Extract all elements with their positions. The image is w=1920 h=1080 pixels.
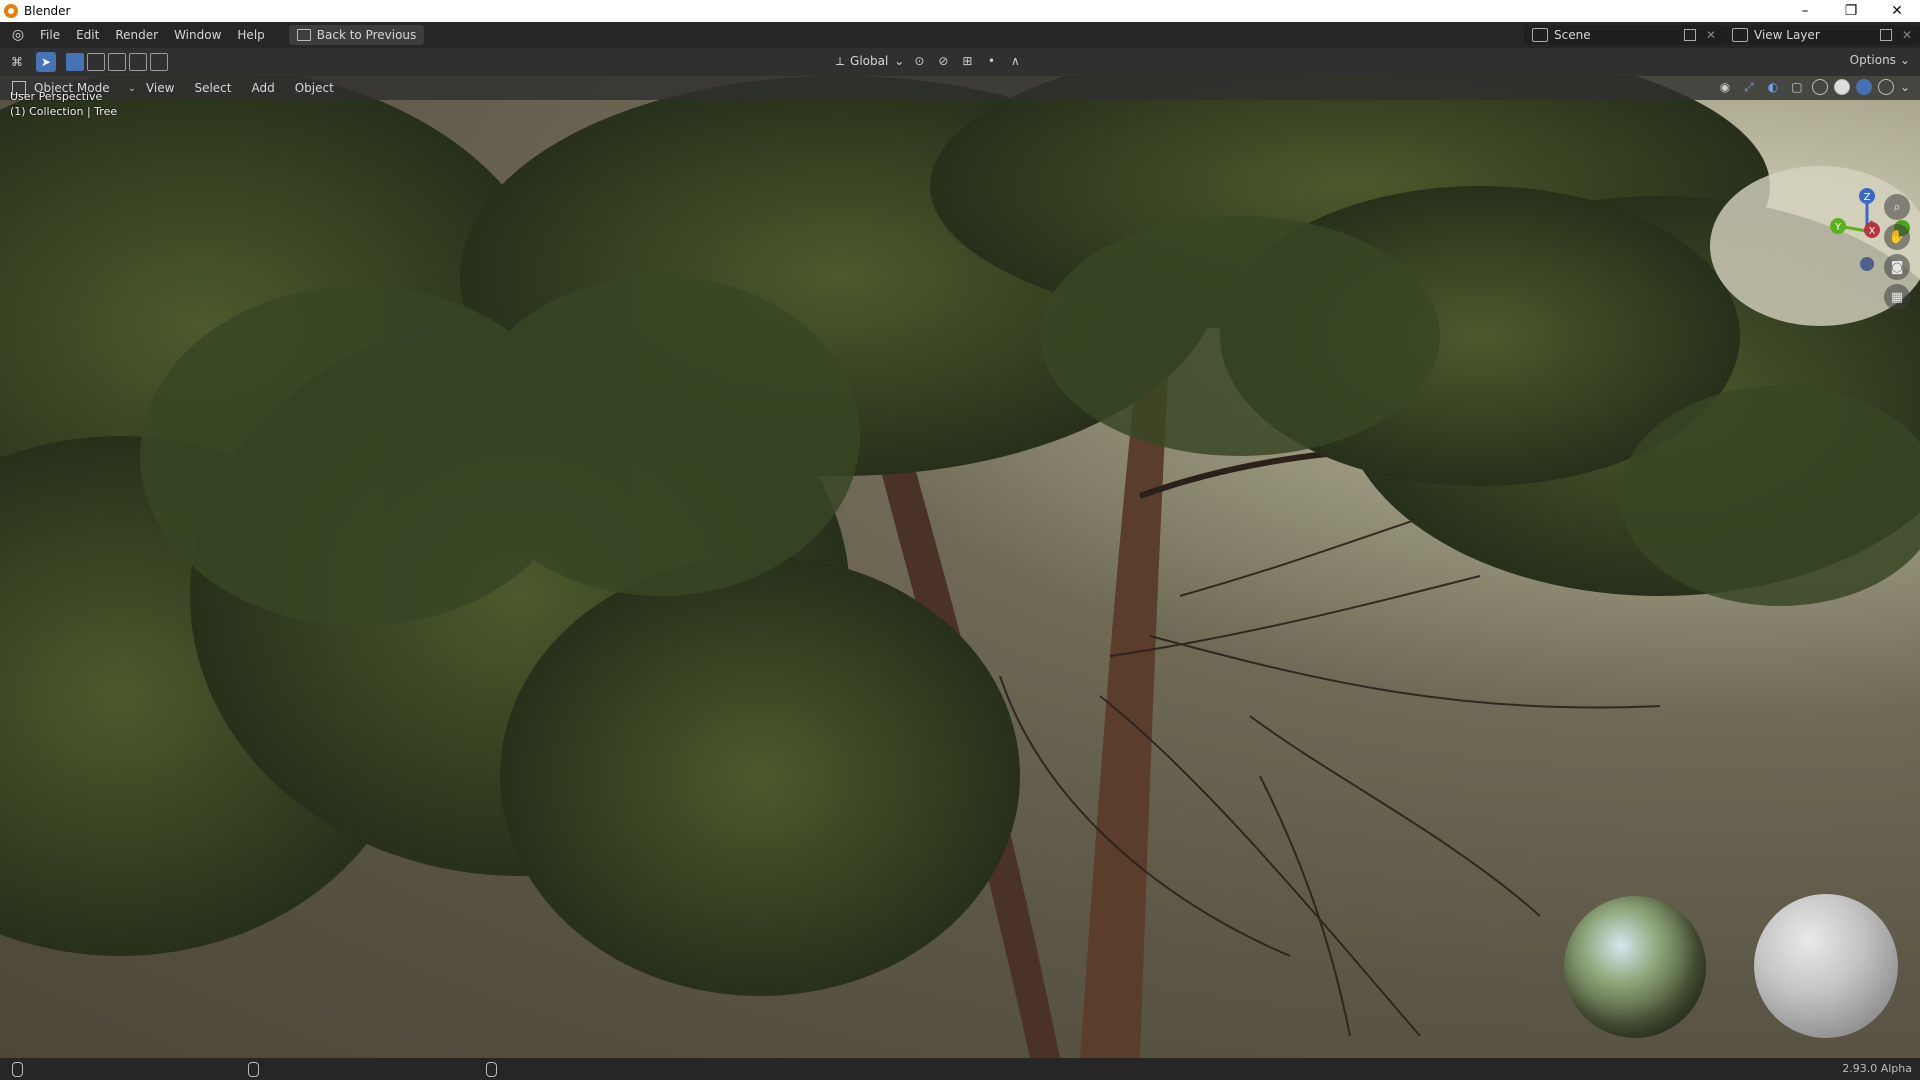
gizmo-x-label: X bbox=[1869, 226, 1876, 237]
gizmo-toggle-icon[interactable]: ⤢ bbox=[1740, 78, 1758, 96]
back-to-previous-label: Back to Previous bbox=[316, 28, 417, 42]
wireframe-shading-icon[interactable] bbox=[1811, 79, 1828, 95]
chevron-down-icon: ⌄ bbox=[127, 82, 136, 94]
top-menubar: ◎ File Edit Render Window Help Back to P… bbox=[0, 22, 1920, 48]
xray-toggle-icon[interactable]: ▢ bbox=[1788, 78, 1806, 96]
copy-view-layer-icon[interactable] bbox=[1879, 29, 1892, 41]
view-layer-name: View Layer bbox=[1754, 28, 1820, 42]
select-extend-button[interactable] bbox=[87, 53, 105, 71]
mouse-middle-icon bbox=[248, 1062, 259, 1077]
hdri-preview-sphere bbox=[1564, 896, 1706, 1038]
blender-logo-icon[interactable]: ◎ bbox=[10, 27, 26, 43]
copy-scene-icon[interactable] bbox=[1683, 29, 1696, 41]
blender-app-icon bbox=[4, 4, 18, 18]
3d-viewport[interactable]: User Perspective (1) Collection | Tree Z… bbox=[0, 76, 1920, 1058]
scene-selector[interactable]: Scene ✕ bbox=[1524, 25, 1724, 45]
material-preview-sphere bbox=[1754, 894, 1898, 1038]
gizmo-y-label: Y bbox=[1834, 222, 1842, 233]
options-label: Options bbox=[1849, 53, 1896, 67]
zoom-icon[interactable]: ⌕ bbox=[1884, 194, 1910, 220]
material-preview-shading-icon[interactable] bbox=[1855, 79, 1872, 95]
tool-header: ⌘ ➤ ⟂ Global ⌄ ⊙ ⊘ ⊞ • ∧ Options ⌄ bbox=[0, 48, 1920, 76]
remove-view-layer-icon[interactable]: ✕ bbox=[1902, 28, 1912, 42]
snap-target-icon[interactable]: ⊞ bbox=[958, 52, 976, 70]
view-perspective-label: User Perspective bbox=[10, 90, 103, 103]
mouse-left-icon bbox=[12, 1062, 23, 1077]
viewport-menu-object[interactable]: Object bbox=[285, 81, 344, 95]
chevron-down-icon: ⌄ bbox=[894, 54, 905, 68]
viewport-menu-view[interactable]: View bbox=[136, 81, 184, 95]
view-layer-selector[interactable]: View Layer ✕ bbox=[1724, 25, 1920, 45]
menu-file[interactable]: File bbox=[32, 28, 68, 42]
scene-icon bbox=[1532, 28, 1548, 42]
rendered-shading-icon[interactable] bbox=[1877, 79, 1894, 95]
status-bar: 2.93.0 Alpha bbox=[0, 1058, 1920, 1080]
select-new-button[interactable] bbox=[66, 53, 84, 71]
chevron-down-icon[interactable]: ⌄ bbox=[1900, 80, 1910, 94]
select-subtract-button[interactable] bbox=[108, 53, 126, 71]
back-to-previous-button[interactable]: Back to Previous bbox=[288, 25, 425, 45]
grid-icon[interactable]: ▦ bbox=[1884, 284, 1910, 310]
gizmo-z-label: Z bbox=[1864, 192, 1871, 203]
viewport-menu-add[interactable]: Add bbox=[242, 81, 285, 95]
select-invert-button[interactable] bbox=[129, 53, 147, 71]
window-titlebar: Blender – ❐ ✕ bbox=[0, 0, 1920, 22]
version-label: 2.93.0 Alpha bbox=[1842, 1062, 1912, 1075]
pivot-point-icon[interactable]: ⊙ bbox=[910, 52, 928, 70]
minimize-button[interactable]: – bbox=[1782, 0, 1828, 22]
snap-icon[interactable]: ⊘ bbox=[934, 52, 952, 70]
select-intersect-button[interactable] bbox=[150, 53, 168, 71]
close-button[interactable]: ✕ bbox=[1874, 0, 1920, 22]
scene-name: Scene bbox=[1554, 28, 1591, 42]
solid-shading-icon[interactable] bbox=[1833, 79, 1850, 95]
maximize-button[interactable]: ❐ bbox=[1828, 0, 1874, 22]
chevron-down-icon: ⌄ bbox=[1899, 53, 1910, 67]
view-layer-icon bbox=[1732, 28, 1748, 42]
selection-mode-group bbox=[66, 53, 168, 71]
orientation-icon: ⟂ bbox=[836, 53, 845, 68]
menu-window[interactable]: Window bbox=[166, 28, 229, 42]
overlay-toggle-icon[interactable]: ◐ bbox=[1764, 78, 1782, 96]
collection-info-label: (1) Collection | Tree bbox=[10, 105, 118, 118]
options-dropdown[interactable]: Options ⌄ bbox=[1850, 53, 1910, 67]
remove-scene-icon[interactable]: ✕ bbox=[1706, 28, 1716, 42]
viewport-header: Object Mode ⌄ View Select Add Object ◉ ⤢… bbox=[0, 76, 1920, 100]
screen-icon bbox=[296, 29, 311, 41]
menu-render[interactable]: Render bbox=[107, 28, 166, 42]
menu-help[interactable]: Help bbox=[229, 28, 272, 42]
visibility-eye-icon[interactable]: ◉ bbox=[1716, 78, 1734, 96]
falloff-icon[interactable]: ∧ bbox=[1006, 52, 1024, 70]
transform-orientation-dropdown[interactable]: ⟂ Global ⌄ bbox=[836, 54, 904, 69]
window-title: Blender bbox=[24, 4, 71, 18]
editor-type-icon[interactable]: ⌘ bbox=[8, 53, 26, 71]
select-tool-button[interactable]: ➤ bbox=[36, 52, 56, 72]
viewport-menu-select[interactable]: Select bbox=[184, 81, 241, 95]
orientation-label: Global bbox=[850, 54, 889, 68]
pan-hand-icon[interactable]: ✋ bbox=[1884, 224, 1910, 250]
menu-edit[interactable]: Edit bbox=[68, 28, 107, 42]
proportional-edit-icon[interactable]: • bbox=[982, 52, 1000, 70]
camera-icon[interactable]: ◙ bbox=[1884, 254, 1910, 280]
mouse-right-icon bbox=[486, 1062, 497, 1077]
